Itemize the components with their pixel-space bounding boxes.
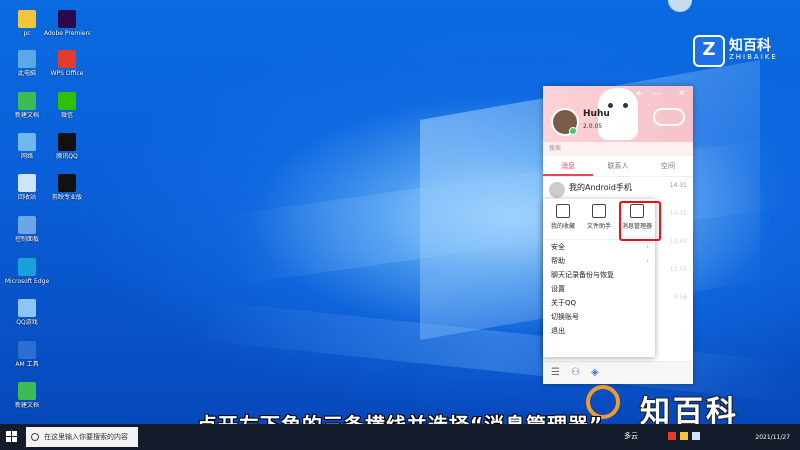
qq-game-icon-glyph: [18, 299, 36, 317]
highlight-box: [619, 201, 661, 241]
new-doc2-icon-glyph: [18, 382, 36, 400]
wechat-icon[interactable]: 微信: [44, 92, 90, 119]
watermark-title: 知百科: [729, 38, 771, 54]
contacts-icon[interactable]: ⚇: [571, 367, 580, 378]
recycle-bin-icon-glyph: [18, 174, 36, 192]
am-tool-icon-glyph: [18, 341, 36, 359]
wps-tray-icon[interactable]: [668, 432, 676, 440]
new-doc2-icon[interactable]: 新建文档: [4, 382, 50, 409]
control-panel-icon-glyph: [18, 216, 36, 234]
bookmark-icon: [556, 204, 570, 218]
desktop-icon-label: 新建文档: [14, 402, 39, 409]
desktop-icon-label: Adobe Premiere...: [44, 30, 90, 37]
menu-item-settings[interactable]: 设置: [543, 282, 655, 296]
network-tray-icon[interactable]: [692, 432, 700, 440]
menu-item-help[interactable]: 帮助 ›: [543, 254, 655, 268]
pc-icon-glyph: [18, 10, 36, 28]
premiere-icon-glyph: [58, 10, 76, 28]
cloud-decoration: [653, 108, 685, 126]
watermark-subtitle: ZHIBAIKE: [729, 53, 778, 61]
main-menu-icon[interactable]: ☰: [551, 367, 560, 378]
minimize-icon[interactable]: —: [653, 89, 662, 99]
tab-contacts[interactable]: 联系人: [593, 156, 643, 176]
menu-item-switch-account[interactable]: 切换账号: [543, 310, 655, 324]
file-assistant-button[interactable]: 文件助手: [581, 204, 617, 230]
qq-bottom-bar: ☰ ⚇ ◈: [543, 361, 693, 384]
menu-item-security[interactable]: 安全 ›: [543, 240, 655, 254]
menu-tool-row: 我的收藏 文件助手 消息管理器: [543, 199, 661, 241]
desktop-icon-label: AM 工具: [15, 361, 39, 368]
new-doc-icon-glyph: [18, 92, 36, 110]
tab-messages[interactable]: 消息: [543, 156, 593, 176]
desktop-icon-label: 控制面板: [14, 236, 39, 243]
qq-desktop-icon[interactable]: 腾讯QQ: [44, 133, 90, 160]
qq-profile-header: + — ✕ Huhu 2.0.05: [543, 86, 693, 142]
jianying-icon[interactable]: 剪映专业版: [44, 174, 90, 201]
jianying-icon-glyph: [58, 174, 76, 192]
wps-icon-glyph: [58, 50, 76, 68]
taskbar-search-input[interactable]: 在这里输入你要搜索的内容: [26, 427, 138, 447]
premiere-icon[interactable]: Adobe Premiere...: [44, 10, 90, 37]
username: Huhu: [583, 109, 610, 119]
desktop-icon-label: Microsoft Edge: [4, 278, 50, 285]
zhibaike-watermark: Z 知百科 ZHIBAIKE: [693, 35, 776, 67]
chevron-right-icon: ›: [646, 257, 649, 265]
edge-icon[interactable]: Microsoft Edge: [4, 258, 50, 285]
menu-item-exit[interactable]: 退出: [543, 324, 655, 338]
am-tool-icon[interactable]: AM 工具: [4, 341, 50, 368]
qq-search-input[interactable]: 搜索: [543, 142, 693, 156]
wechat-icon-glyph: [58, 92, 76, 110]
add-icon[interactable]: +: [635, 89, 643, 99]
this-pc-icon-glyph: [18, 50, 36, 68]
search-icon: [31, 433, 39, 441]
tray-icon[interactable]: [680, 432, 688, 440]
network-icon-glyph: [18, 133, 36, 151]
chevron-right-icon: ›: [646, 243, 649, 251]
menu-item-backup[interactable]: 聊天记录备份与恢复: [543, 268, 655, 282]
favorites-button[interactable]: 我的收藏: [545, 204, 581, 230]
desktop-icon-label: 微信: [60, 112, 73, 119]
desktop-icon-label: QQ游戏: [16, 319, 38, 326]
qq-tabs: 消息 联系人 空间: [543, 156, 693, 177]
wps-icon[interactable]: WPS Office: [44, 50, 90, 77]
phone-avatar-icon: [549, 182, 565, 198]
close-icon[interactable]: ✕: [678, 89, 686, 99]
desktop-icon-label: 腾讯QQ: [56, 153, 78, 160]
signature[interactable]: 2.0.05: [583, 123, 602, 130]
qq-main-menu: 我的收藏 文件助手 消息管理器 安全 › 帮助 › 聊天记录备份与恢复 设置 关于Q…: [543, 199, 661, 357]
edge-icon-glyph: [18, 258, 36, 276]
qq-desktop-icon-glyph: [58, 133, 76, 151]
app-icon[interactable]: ◈: [591, 367, 599, 378]
weather-widget[interactable]: 多云: [624, 431, 638, 441]
desktop-icon-label: 剪映专业版: [51, 194, 82, 201]
menu-item-about[interactable]: 关于QQ: [543, 296, 655, 310]
tab-space[interactable]: 空间: [643, 156, 693, 176]
desktop-icon-label: WPS Office: [50, 70, 84, 77]
taskbar: 在这里输入你要搜索的内容 多云 2021/11/27: [0, 424, 800, 450]
online-status-icon[interactable]: [569, 127, 577, 135]
control-panel-icon[interactable]: 控制面板: [4, 216, 50, 243]
clock-date[interactable]: 2021/11/27: [755, 434, 790, 441]
windows-start-icon[interactable]: [6, 431, 18, 443]
folder-icon: [592, 204, 606, 218]
qq-game-icon[interactable]: QQ游戏: [4, 299, 50, 326]
zhibaike-logo-icon: Z: [693, 35, 725, 67]
